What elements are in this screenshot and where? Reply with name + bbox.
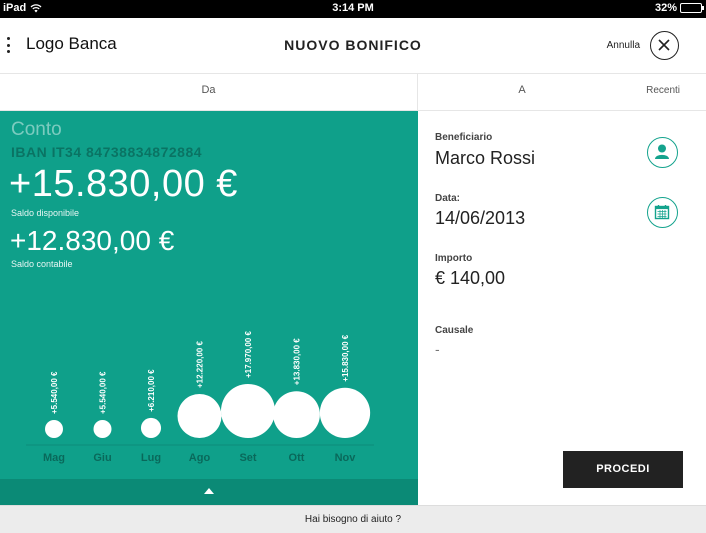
transfer-tabs: Da A Recenti bbox=[0, 74, 706, 111]
chart-bubble-ott[interactable] bbox=[273, 391, 320, 438]
date-label: Data: bbox=[435, 193, 461, 204]
chart-value-label: +5.540,00 € bbox=[99, 371, 108, 414]
beneficiary-value[interactable]: Marco Rossi bbox=[435, 148, 535, 169]
page-title: NUOVO BONIFICO bbox=[284, 37, 422, 53]
chart-bubble-mag[interactable] bbox=[45, 420, 63, 438]
chart-month-label: Ago bbox=[189, 452, 211, 464]
battery-icon bbox=[680, 3, 704, 13]
chart-value-label: +15.830,00 € bbox=[341, 334, 350, 381]
close-button[interactable] bbox=[650, 31, 679, 60]
expand-panel-bar[interactable] bbox=[0, 479, 418, 505]
close-icon bbox=[658, 39, 670, 51]
chart-value-label: +5.540,00 € bbox=[50, 371, 59, 414]
tab-to[interactable]: A bbox=[418, 74, 626, 111]
chevron-up-icon bbox=[204, 488, 214, 494]
user-icon bbox=[655, 144, 669, 159]
amount-value[interactable]: € 140,00 bbox=[435, 268, 505, 289]
recent-link[interactable]: Recenti bbox=[646, 74, 680, 111]
battery-percent: 32% bbox=[654, 2, 677, 14]
chart-value-label: +13.830,00 € bbox=[293, 338, 302, 385]
date-value[interactable]: 14/06/2013 bbox=[435, 208, 525, 229]
reason-value[interactable]: - bbox=[435, 341, 440, 357]
contact-picker-button[interactable] bbox=[647, 137, 678, 168]
amount-label: Importo bbox=[435, 253, 473, 264]
chart-month-label: Nov bbox=[335, 452, 357, 464]
beneficiary-label: Beneficiario bbox=[435, 132, 493, 143]
chart-bubble-ago[interactable] bbox=[177, 394, 222, 438]
chart-month-label: Mag bbox=[43, 452, 65, 464]
chart-bubble-giu[interactable] bbox=[93, 420, 112, 438]
calendar-icon bbox=[654, 205, 670, 220]
status-time: 3:14 PM bbox=[332, 2, 374, 14]
help-link[interactable]: Hai bisogno di aiuto ? bbox=[0, 505, 706, 533]
chart-bubble-lug[interactable] bbox=[140, 417, 162, 438]
status-bar: iPad 3:14 PM 32% bbox=[0, 0, 706, 18]
battery-indicator: 32% bbox=[654, 2, 704, 14]
cancel-link[interactable]: Annulla bbox=[607, 40, 640, 51]
chart-bubble-set[interactable] bbox=[221, 384, 275, 438]
account-panel[interactable]: Conto IBAN IT34 84738834872884 +15.830,0… bbox=[0, 111, 418, 505]
app-header: Logo Banca NUOVO BONIFICO Annulla bbox=[0, 18, 706, 74]
monthly-balance-chart: +5.540,00 € Mag +5.540,00 € Giu +6.210,00 € L… bbox=[26, 331, 374, 464]
chart-value-label: +12.220,00 € bbox=[196, 341, 205, 388]
transfer-form: Beneficiario Marco Rossi Data: 14/06/201… bbox=[418, 111, 706, 505]
chart-month-label: Set bbox=[239, 452, 256, 464]
tab-from[interactable]: Da bbox=[0, 74, 418, 111]
reason-label: Causale bbox=[435, 325, 474, 336]
proceed-button[interactable]: PROCEDI bbox=[563, 451, 683, 488]
chart-month-label: Lug bbox=[141, 452, 161, 464]
chart-month-label: Giu bbox=[93, 452, 111, 464]
chart-month-label: Ott bbox=[289, 452, 305, 464]
chart-value-label: +17.970,00 € bbox=[244, 331, 253, 378]
chart-bubble-nov[interactable] bbox=[319, 387, 371, 438]
date-picker-button[interactable] bbox=[647, 197, 678, 228]
chart-value-label: +6.210,00 € bbox=[147, 369, 156, 412]
